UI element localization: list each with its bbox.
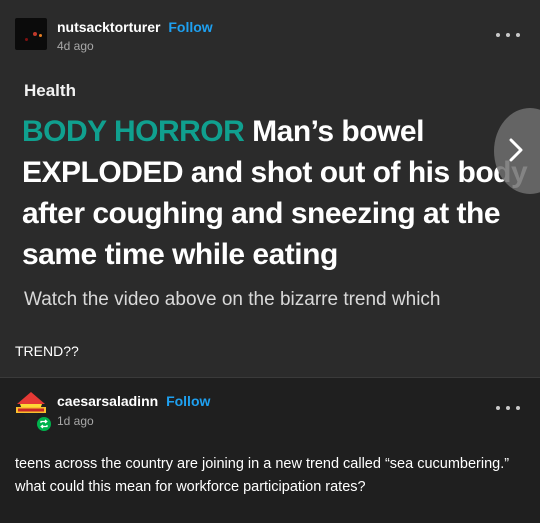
post-caption: TREND?? (15, 343, 79, 359)
original-post: nutsacktorturer Follow 4d ago Health BOD… (0, 0, 540, 378)
follow-button[interactable]: Follow (166, 393, 210, 409)
post-timestamp[interactable]: 1d ago (57, 414, 94, 428)
avatar[interactable] (15, 18, 47, 50)
post-image[interactable]: Health BODY HORROR Man’s bowel EXPLODED … (0, 65, 540, 325)
chevron-right-icon (509, 138, 523, 162)
image-category: Health (24, 81, 76, 100)
more-options-icon[interactable] (496, 400, 520, 416)
reblog-icon (35, 415, 53, 433)
headline-tag: BODY HORROR (22, 115, 245, 148)
follow-button[interactable]: Follow (168, 19, 212, 35)
post-timestamp[interactable]: 4d ago (57, 39, 94, 53)
image-headline: BODY HORROR Man’s bowel EXPLODED and sho… (22, 111, 532, 275)
more-options-icon[interactable] (496, 27, 520, 43)
username-link[interactable]: nutsacktorturer (57, 19, 160, 35)
post-author: caesarsaladinn Follow (57, 393, 210, 409)
post-caption: teens across the country are joining in … (15, 456, 510, 495)
image-subline: Watch the video above on the bizarre tre… (24, 289, 441, 310)
username-link[interactable]: caesarsaladinn (57, 393, 158, 409)
post-author: nutsacktorturer Follow (57, 19, 213, 35)
